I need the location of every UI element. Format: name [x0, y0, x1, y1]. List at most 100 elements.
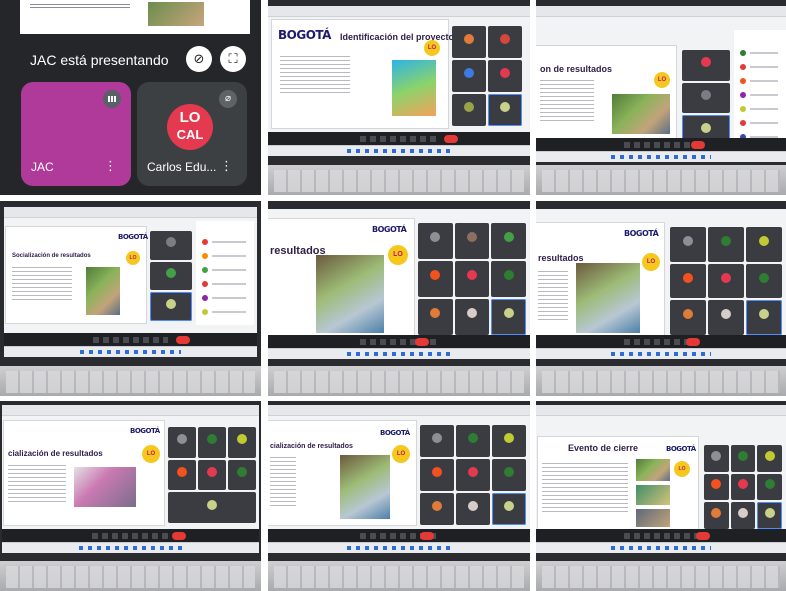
participant-tile[interactable] — [708, 227, 744, 262]
participant-tile[interactable] — [708, 300, 744, 335]
control-buttons[interactable] — [359, 136, 439, 142]
participant-tile-active[interactable] — [491, 299, 526, 335]
participant-grid — [418, 223, 526, 335]
participant-tile[interactable] — [456, 459, 490, 491]
people-panel — [196, 221, 254, 325]
slide-photo — [340, 455, 390, 519]
participant-tile[interactable] — [704, 445, 729, 472]
control-buttons[interactable] — [91, 533, 170, 539]
participant-tile[interactable] — [456, 425, 490, 457]
participant-tile[interactable] — [418, 223, 453, 259]
participant-tile[interactable] — [492, 425, 526, 457]
participant-tile[interactable] — [682, 82, 730, 114]
browser-bar — [4, 207, 257, 218]
participant-tile[interactable] — [708, 263, 744, 299]
participant-tile[interactable] — [746, 263, 782, 299]
participant-tile[interactable] — [454, 223, 490, 259]
participant-tile[interactable] — [492, 459, 526, 491]
laptop-screen: BOGOTÁ resultados LO — [536, 209, 786, 359]
participant-tile[interactable] — [150, 261, 192, 291]
participant-tile[interactable] — [757, 473, 782, 501]
browser-bar — [268, 405, 530, 416]
participant-tile[interactable] — [418, 299, 453, 335]
end-call-button[interactable] — [686, 338, 700, 346]
slide-photo — [316, 255, 384, 333]
browser-bar — [268, 6, 530, 17]
participant-tile[interactable] — [452, 94, 486, 126]
participant-tile-active[interactable] — [150, 292, 192, 321]
laptop-screen: BOGOTÁ cialización de resultados LO — [268, 405, 530, 553]
participant-tile-active[interactable] — [757, 502, 782, 529]
participant-tile[interactable] — [420, 425, 454, 457]
participant-tile[interactable] — [704, 473, 729, 501]
more-options-icon[interactable]: ⋮ — [220, 158, 233, 174]
participant-tile[interactable] — [488, 60, 522, 92]
participant-tile[interactable] — [420, 459, 454, 491]
end-call-button[interactable] — [414, 338, 429, 346]
participant-tile[interactable] — [228, 459, 256, 491]
participant-tile[interactable] — [452, 60, 486, 92]
slide-photo — [636, 459, 670, 481]
end-call-button[interactable] — [176, 336, 191, 344]
laptop-keyboard — [536, 561, 786, 591]
participant-tile[interactable] — [746, 227, 782, 262]
meet-controls-bar — [536, 138, 786, 152]
lo-badge: LO — [674, 461, 690, 477]
more-options-icon[interactable]: ⋮ — [104, 158, 117, 174]
participant-tile-jac[interactable]: JAC ⋮ — [21, 82, 131, 186]
participant-tile[interactable] — [454, 299, 490, 335]
participant-tile[interactable] — [456, 493, 490, 525]
meet-controls-bar — [4, 333, 257, 347]
participant-tile[interactable] — [757, 445, 782, 472]
laptop-photo-resultados-people: on de resultados LO — [536, 0, 786, 195]
participant-tile[interactable] — [730, 473, 756, 501]
bogota-logo: BOGOTÁ — [372, 225, 407, 234]
slide-text-lines — [8, 465, 66, 505]
participant-tile-active[interactable] — [168, 492, 256, 523]
participant-tile[interactable] — [730, 445, 756, 472]
lo-badge: LO — [142, 445, 160, 463]
participant-tile[interactable] — [198, 459, 226, 491]
control-buttons[interactable] — [92, 337, 169, 343]
laptop-keyboard — [536, 366, 786, 396]
participant-tile[interactable] — [670, 300, 706, 335]
bogota-logo: BOGOTÁ — [130, 427, 160, 435]
participant-tile[interactable] — [420, 493, 454, 525]
participant-tile[interactable] — [488, 26, 522, 58]
participant-tile[interactable] — [704, 502, 729, 529]
participant-tile[interactable] — [491, 223, 526, 259]
control-buttons[interactable] — [623, 142, 699, 148]
participant-tile[interactable] — [228, 427, 256, 458]
slide-title: cialización de resultados — [270, 443, 353, 450]
control-buttons[interactable] — [623, 533, 699, 539]
participant-tile[interactable] — [670, 263, 706, 299]
participant-tile[interactable] — [491, 261, 526, 297]
bogota-logo: BOGOTÁ — [666, 445, 696, 453]
end-call-button[interactable] — [696, 532, 710, 540]
participant-tile[interactable] — [168, 459, 196, 491]
slide-title: on de resultados — [540, 64, 613, 74]
participant-tile-active[interactable] — [746, 300, 782, 335]
end-call-button[interactable] — [419, 532, 434, 540]
participant-tile[interactable] — [682, 50, 730, 81]
end-call-button[interactable] — [171, 532, 186, 540]
participant-tile[interactable] — [418, 261, 453, 297]
end-call-button[interactable] — [443, 135, 458, 143]
participant-tile-carlos[interactable]: ⌀ LO CAL Carlos Edu... ⋮ — [137, 82, 247, 186]
participant-tile[interactable] — [730, 502, 756, 529]
shared-slide-preview — [20, 0, 250, 34]
pin-off-icon[interactable]: ⊘ — [186, 46, 212, 72]
slide-title: Evento de cierre — [568, 443, 639, 453]
fullscreen-icon[interactable]: ⛶ — [220, 46, 246, 72]
end-call-button[interactable] — [691, 141, 705, 149]
participant-tile[interactable] — [198, 427, 226, 458]
participant-tile[interactable] — [454, 261, 490, 297]
participant-tile-active[interactable] — [492, 493, 526, 525]
participant-tile[interactable] — [168, 427, 196, 458]
participant-tile[interactable] — [670, 227, 706, 262]
participant-tile-active[interactable] — [488, 94, 522, 126]
bogota-logo: BOGOTÁ — [118, 233, 148, 241]
meet-controls-bar — [268, 529, 530, 543]
participant-tile[interactable] — [452, 26, 486, 58]
participant-tile[interactable] — [150, 231, 192, 260]
